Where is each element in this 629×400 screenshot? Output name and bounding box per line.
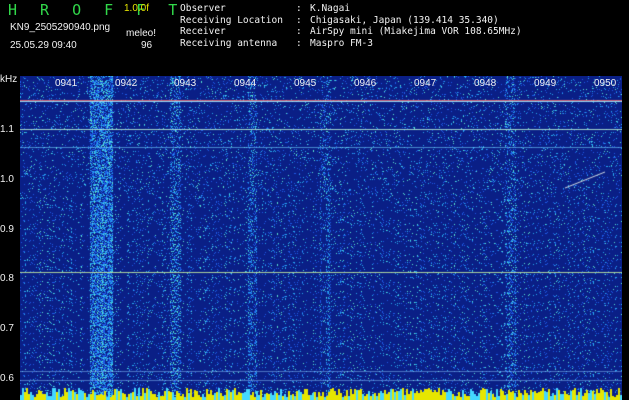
info-row-antenna: Receiving antenna: Maspro FM-3 — [180, 37, 373, 49]
time-tick-label: 0950 — [594, 78, 617, 89]
app-title: H R O F F T — [8, 1, 185, 19]
info-row-observer: Observer: K.Nagai — [180, 3, 351, 14]
y-tick-label: 0.7 — [0, 323, 14, 334]
time-tick-label: 0947 — [414, 78, 437, 89]
time-tick-label: 0949 — [534, 78, 557, 89]
time-tick-label: 0942 — [115, 78, 138, 89]
y-tick-label: 1.0 — [0, 174, 14, 185]
date-time: 25.05.29 09:40 — [10, 40, 77, 51]
observation-info: Observer: K.Nagai Receiving Location: Chig… — [180, 3, 522, 49]
header-panel: H R O F F T 1.0.0f KN9_2505290940.png me… — [0, 0, 629, 75]
time-tick-label: 0944 — [234, 78, 257, 89]
y-axis-unit: kHz — [0, 74, 18, 85]
y-tick-label: 1.1 — [0, 124, 14, 135]
time-tick-label: 0946 — [354, 78, 377, 89]
spectrogram-plot — [20, 76, 622, 400]
meleo-label: meleo! — [126, 28, 157, 39]
count-value: 96 — [141, 40, 153, 51]
info-row-location: Receiving Location: Chigasaki, Japan (139… — [180, 14, 499, 26]
y-tick-label: 0.8 — [0, 273, 14, 284]
y-tick-label: 0.6 — [0, 373, 14, 384]
time-tick-label: 0941 — [55, 78, 78, 89]
version-label: 1.0.0f — [124, 3, 150, 14]
time-tick-label: 0945 — [294, 78, 317, 89]
time-tick-label: 0948 — [474, 78, 497, 89]
y-tick-label: 0.9 — [0, 224, 14, 235]
time-tick-label: 0943 — [174, 78, 197, 89]
info-row-receiver: Receiver: AirSpy mini (Miakejima VOR 108.… — [180, 26, 522, 37]
spectrogram-canvas — [20, 76, 622, 400]
file-name: KN9_2505290940.png — [10, 22, 111, 33]
